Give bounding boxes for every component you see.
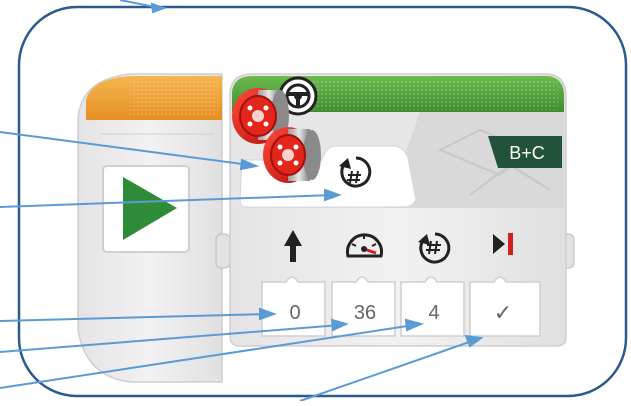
rotations-value[interactable]: 4 — [409, 297, 459, 329]
move-tank-block-illustration — [0, 0, 628, 402]
brake-value[interactable]: ✓ — [478, 297, 528, 329]
port-label[interactable]: B+C — [492, 138, 562, 168]
direction-value[interactable]: 0 — [270, 297, 320, 329]
block-diagram-stage: B+C 0 36 4 ✓ — [0, 0, 631, 402]
speed-value[interactable]: 36 — [340, 297, 390, 329]
sequence-connector-left — [215, 233, 231, 269]
